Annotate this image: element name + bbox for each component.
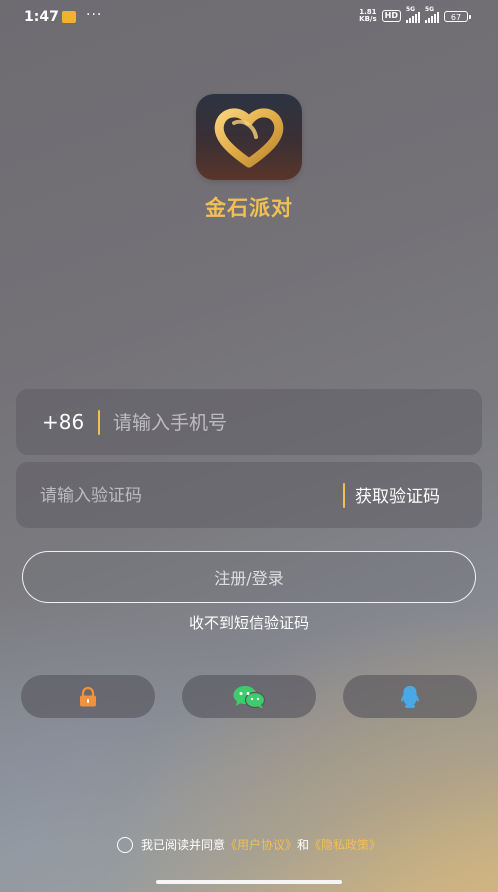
heart-logo-icon bbox=[214, 108, 284, 168]
register-login-button[interactable]: 注册/登录 bbox=[22, 551, 476, 603]
signal-icon: 5G bbox=[406, 6, 420, 23]
no-sms-code-link[interactable]: 收不到短信验证码 bbox=[0, 612, 498, 633]
wechat-login-button[interactable] bbox=[182, 675, 316, 718]
qq-icon bbox=[401, 685, 419, 708]
home-indicator[interactable] bbox=[156, 880, 342, 884]
user-agreement-link[interactable]: 《用户协议》 bbox=[225, 836, 297, 853]
verification-code-input[interactable] bbox=[38, 480, 342, 512]
status-time: 1:47 bbox=[24, 9, 59, 25]
status-indicators: 1.81 KB/s HD 5G 5G 67 bbox=[359, 6, 471, 23]
signal-label: 5G bbox=[425, 6, 435, 13]
divider bbox=[343, 483, 345, 508]
lock-icon bbox=[80, 686, 96, 706]
notification-app-icon bbox=[62, 11, 76, 23]
more-notifications-icon: ··· bbox=[86, 7, 103, 23]
phone-input[interactable] bbox=[111, 407, 455, 439]
app-name: 金石派对 bbox=[205, 196, 293, 220]
network-speed-unit: KB/s bbox=[359, 15, 377, 23]
status-bar: 1:47 ··· 1.81 KB/s HD 5G 5G 67 bbox=[0, 0, 498, 34]
country-code[interactable]: +86 bbox=[42, 410, 84, 434]
hd-badge: HD bbox=[381, 10, 401, 22]
verification-code-field: 获取验证码 bbox=[16, 462, 482, 528]
qq-login-button[interactable] bbox=[343, 675, 477, 718]
agreement-row: 我已阅读并同意 《用户协议》 和 《隐私政策》 bbox=[0, 836, 498, 853]
agreement-checkbox[interactable] bbox=[116, 836, 133, 853]
network-speed: 1.81 KB/s bbox=[359, 9, 376, 23]
battery-icon: 67 bbox=[444, 10, 471, 22]
password-login-button[interactable] bbox=[21, 675, 155, 718]
signal-label: 5G bbox=[406, 6, 416, 13]
wechat-icon bbox=[233, 685, 266, 708]
phone-field: +86 bbox=[16, 389, 482, 455]
app-logo bbox=[196, 94, 302, 180]
agreement-prefix: 我已阅读并同意 bbox=[140, 838, 225, 852]
signal-icon: 5G bbox=[425, 6, 439, 23]
divider bbox=[98, 410, 100, 435]
privacy-policy-link[interactable]: 《隐私政策》 bbox=[309, 836, 381, 853]
get-code-button[interactable]: 获取验证码 bbox=[355, 482, 440, 507]
agreement-conjunction: 和 bbox=[297, 838, 310, 852]
